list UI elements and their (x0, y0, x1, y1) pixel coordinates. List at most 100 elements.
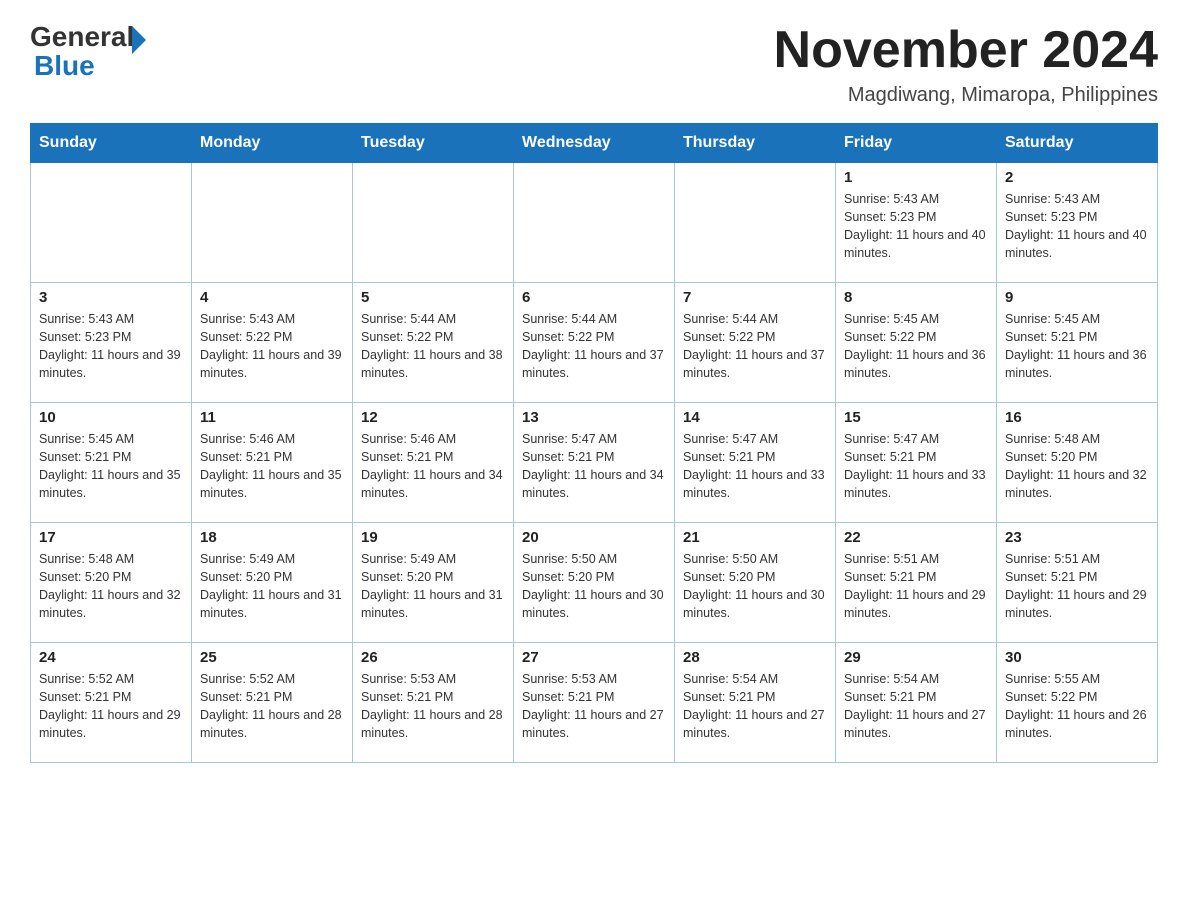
day-number: 13 (522, 409, 666, 426)
calendar-cell: 18 Sunrise: 5:49 AM Sunset: 5:20 PM Dayli… (192, 523, 353, 643)
calendar-cell: 17 Sunrise: 5:48 AM Sunset: 5:20 PM Dayli… (31, 523, 192, 643)
day-number: 17 (39, 529, 183, 546)
calendar-cell: 23 Sunrise: 5:51 AM Sunset: 5:21 PM Dayli… (997, 523, 1158, 643)
day-info: Sunrise: 5:43 AM Sunset: 5:23 PM Dayligh… (844, 190, 988, 263)
day-info: Sunrise: 5:45 AM Sunset: 5:21 PM Dayligh… (39, 430, 183, 503)
day-info: Sunrise: 5:53 AM Sunset: 5:21 PM Dayligh… (361, 670, 505, 743)
calendar-cell: 16 Sunrise: 5:48 AM Sunset: 5:20 PM Dayli… (997, 403, 1158, 523)
day-number: 27 (522, 649, 666, 666)
col-header-monday: Monday (192, 124, 353, 163)
logo-general-text: General (30, 21, 134, 53)
day-number: 14 (683, 409, 827, 426)
page-header: General Blue November 2024 Magdiwang, Mi… (30, 20, 1158, 107)
day-number: 26 (361, 649, 505, 666)
day-number: 22 (844, 529, 988, 546)
day-info: Sunrise: 5:55 AM Sunset: 5:22 PM Dayligh… (1005, 670, 1149, 743)
day-number: 9 (1005, 289, 1149, 306)
day-number: 4 (200, 289, 344, 306)
calendar-cell: 26 Sunrise: 5:53 AM Sunset: 5:21 PM Dayli… (353, 643, 514, 763)
day-info: Sunrise: 5:44 AM Sunset: 5:22 PM Dayligh… (361, 310, 505, 383)
day-info: Sunrise: 5:47 AM Sunset: 5:21 PM Dayligh… (844, 430, 988, 503)
week-row-4: 17 Sunrise: 5:48 AM Sunset: 5:20 PM Dayli… (31, 523, 1158, 643)
calendar-cell: 15 Sunrise: 5:47 AM Sunset: 5:21 PM Dayli… (836, 403, 997, 523)
day-info: Sunrise: 5:48 AM Sunset: 5:20 PM Dayligh… (39, 550, 183, 623)
calendar-cell: 7 Sunrise: 5:44 AM Sunset: 5:22 PM Daylig… (675, 283, 836, 403)
calendar-cell: 8Sunrise: 5:45 AM Sunset: 5:22 PM Daylig… (836, 283, 997, 403)
day-header-row: SundayMondayTuesdayWednesdayThursdayFrid… (31, 124, 1158, 163)
day-number: 19 (361, 529, 505, 546)
day-info: Sunrise: 5:43 AM Sunset: 5:23 PM Dayligh… (39, 310, 183, 383)
day-number: 7 (683, 289, 827, 306)
day-info: Sunrise: 5:52 AM Sunset: 5:21 PM Dayligh… (200, 670, 344, 743)
day-number: 30 (1005, 649, 1149, 666)
day-info: Sunrise: 5:53 AM Sunset: 5:21 PM Dayligh… (522, 670, 666, 743)
calendar-cell: 14 Sunrise: 5:47 AM Sunset: 5:21 PM Dayli… (675, 403, 836, 523)
calendar-cell: 24 Sunrise: 5:52 AM Sunset: 5:21 PM Dayli… (31, 643, 192, 763)
day-number: 5 (361, 289, 505, 306)
day-info: Sunrise: 5:49 AM Sunset: 5:20 PM Dayligh… (361, 550, 505, 623)
day-number: 24 (39, 649, 183, 666)
day-number: 11 (200, 409, 344, 426)
calendar-cell (353, 163, 514, 283)
calendar-cell: 2 Sunrise: 5:43 AM Sunset: 5:23 PM Daylig… (997, 163, 1158, 283)
calendar-cell: 19 Sunrise: 5:49 AM Sunset: 5:20 PM Dayli… (353, 523, 514, 643)
title-block: November 2024 Magdiwang, Mimaropa, Phili… (774, 20, 1158, 107)
calendar-cell: 6 Sunrise: 5:44 AM Sunset: 5:22 PM Daylig… (514, 283, 675, 403)
calendar-cell: 29 Sunrise: 5:54 AM Sunset: 5:21 PM Dayli… (836, 643, 997, 763)
day-info: Sunrise: 5:54 AM Sunset: 5:21 PM Dayligh… (683, 670, 827, 743)
day-info: Sunrise: 5:51 AM Sunset: 5:21 PM Dayligh… (1005, 550, 1149, 623)
calendar-cell: 1 Sunrise: 5:43 AM Sunset: 5:23 PM Daylig… (836, 163, 997, 283)
day-info: Sunrise: 5:51 AM Sunset: 5:21 PM Dayligh… (844, 550, 988, 623)
day-number: 29 (844, 649, 988, 666)
day-number: 23 (1005, 529, 1149, 546)
logo: General Blue (30, 20, 146, 82)
day-info: Sunrise: 5:46 AM Sunset: 5:21 PM Dayligh… (200, 430, 344, 503)
calendar-cell: 21 Sunrise: 5:50 AM Sunset: 5:20 PM Dayli… (675, 523, 836, 643)
day-info: Sunrise: 5:49 AM Sunset: 5:20 PM Dayligh… (200, 550, 344, 623)
col-header-tuesday: Tuesday (353, 124, 514, 163)
calendar-cell: 27 Sunrise: 5:53 AM Sunset: 5:21 PM Dayli… (514, 643, 675, 763)
day-number: 10 (39, 409, 183, 426)
day-info: Sunrise: 5:45 AM Sunset: 5:21 PM Dayligh… (1005, 310, 1149, 383)
day-info: Sunrise: 5:47 AM Sunset: 5:21 PM Dayligh… (522, 430, 666, 503)
calendar-cell: 20 Sunrise: 5:50 AM Sunset: 5:20 PM Dayli… (514, 523, 675, 643)
day-info: Sunrise: 5:44 AM Sunset: 5:22 PM Dayligh… (683, 310, 827, 383)
day-number: 28 (683, 649, 827, 666)
day-number: 20 (522, 529, 666, 546)
day-number: 1 (844, 169, 988, 186)
day-info: Sunrise: 5:50 AM Sunset: 5:20 PM Dayligh… (683, 550, 827, 623)
calendar-cell: 4Sunrise: 5:43 AM Sunset: 5:22 PM Daylig… (192, 283, 353, 403)
subtitle: Magdiwang, Mimaropa, Philippines (774, 84, 1158, 107)
calendar-cell: 3Sunrise: 5:43 AM Sunset: 5:23 PM Daylig… (31, 283, 192, 403)
day-number: 18 (200, 529, 344, 546)
day-info: Sunrise: 5:50 AM Sunset: 5:20 PM Dayligh… (522, 550, 666, 623)
calendar-cell (514, 163, 675, 283)
day-number: 15 (844, 409, 988, 426)
day-info: Sunrise: 5:44 AM Sunset: 5:22 PM Dayligh… (522, 310, 666, 383)
calendar-table: SundayMondayTuesdayWednesdayThursdayFrid… (30, 123, 1158, 763)
week-row-5: 24 Sunrise: 5:52 AM Sunset: 5:21 PM Dayli… (31, 643, 1158, 763)
day-number: 25 (200, 649, 344, 666)
calendar-cell: 5 Sunrise: 5:44 AM Sunset: 5:22 PM Daylig… (353, 283, 514, 403)
col-header-sunday: Sunday (31, 124, 192, 163)
calendar-cell: 11 Sunrise: 5:46 AM Sunset: 5:21 PM Dayli… (192, 403, 353, 523)
day-info: Sunrise: 5:47 AM Sunset: 5:21 PM Dayligh… (683, 430, 827, 503)
week-row-3: 10 Sunrise: 5:45 AM Sunset: 5:21 PM Dayli… (31, 403, 1158, 523)
day-info: Sunrise: 5:46 AM Sunset: 5:21 PM Dayligh… (361, 430, 505, 503)
day-info: Sunrise: 5:43 AM Sunset: 5:23 PM Dayligh… (1005, 190, 1149, 263)
day-number: 6 (522, 289, 666, 306)
day-number: 21 (683, 529, 827, 546)
calendar-cell: 30 Sunrise: 5:55 AM Sunset: 5:22 PM Dayli… (997, 643, 1158, 763)
day-number: 8 (844, 289, 988, 306)
day-number: 2 (1005, 169, 1149, 186)
main-title: November 2024 (774, 20, 1158, 80)
calendar-cell (675, 163, 836, 283)
day-number: 16 (1005, 409, 1149, 426)
week-row-1: 1 Sunrise: 5:43 AM Sunset: 5:23 PM Daylig… (31, 163, 1158, 283)
calendar-cell: 28 Sunrise: 5:54 AM Sunset: 5:21 PM Dayli… (675, 643, 836, 763)
day-info: Sunrise: 5:48 AM Sunset: 5:20 PM Dayligh… (1005, 430, 1149, 503)
day-info: Sunrise: 5:52 AM Sunset: 5:21 PM Dayligh… (39, 670, 183, 743)
week-row-2: 3Sunrise: 5:43 AM Sunset: 5:23 PM Daylig… (31, 283, 1158, 403)
day-info: Sunrise: 5:54 AM Sunset: 5:21 PM Dayligh… (844, 670, 988, 743)
calendar-cell (31, 163, 192, 283)
